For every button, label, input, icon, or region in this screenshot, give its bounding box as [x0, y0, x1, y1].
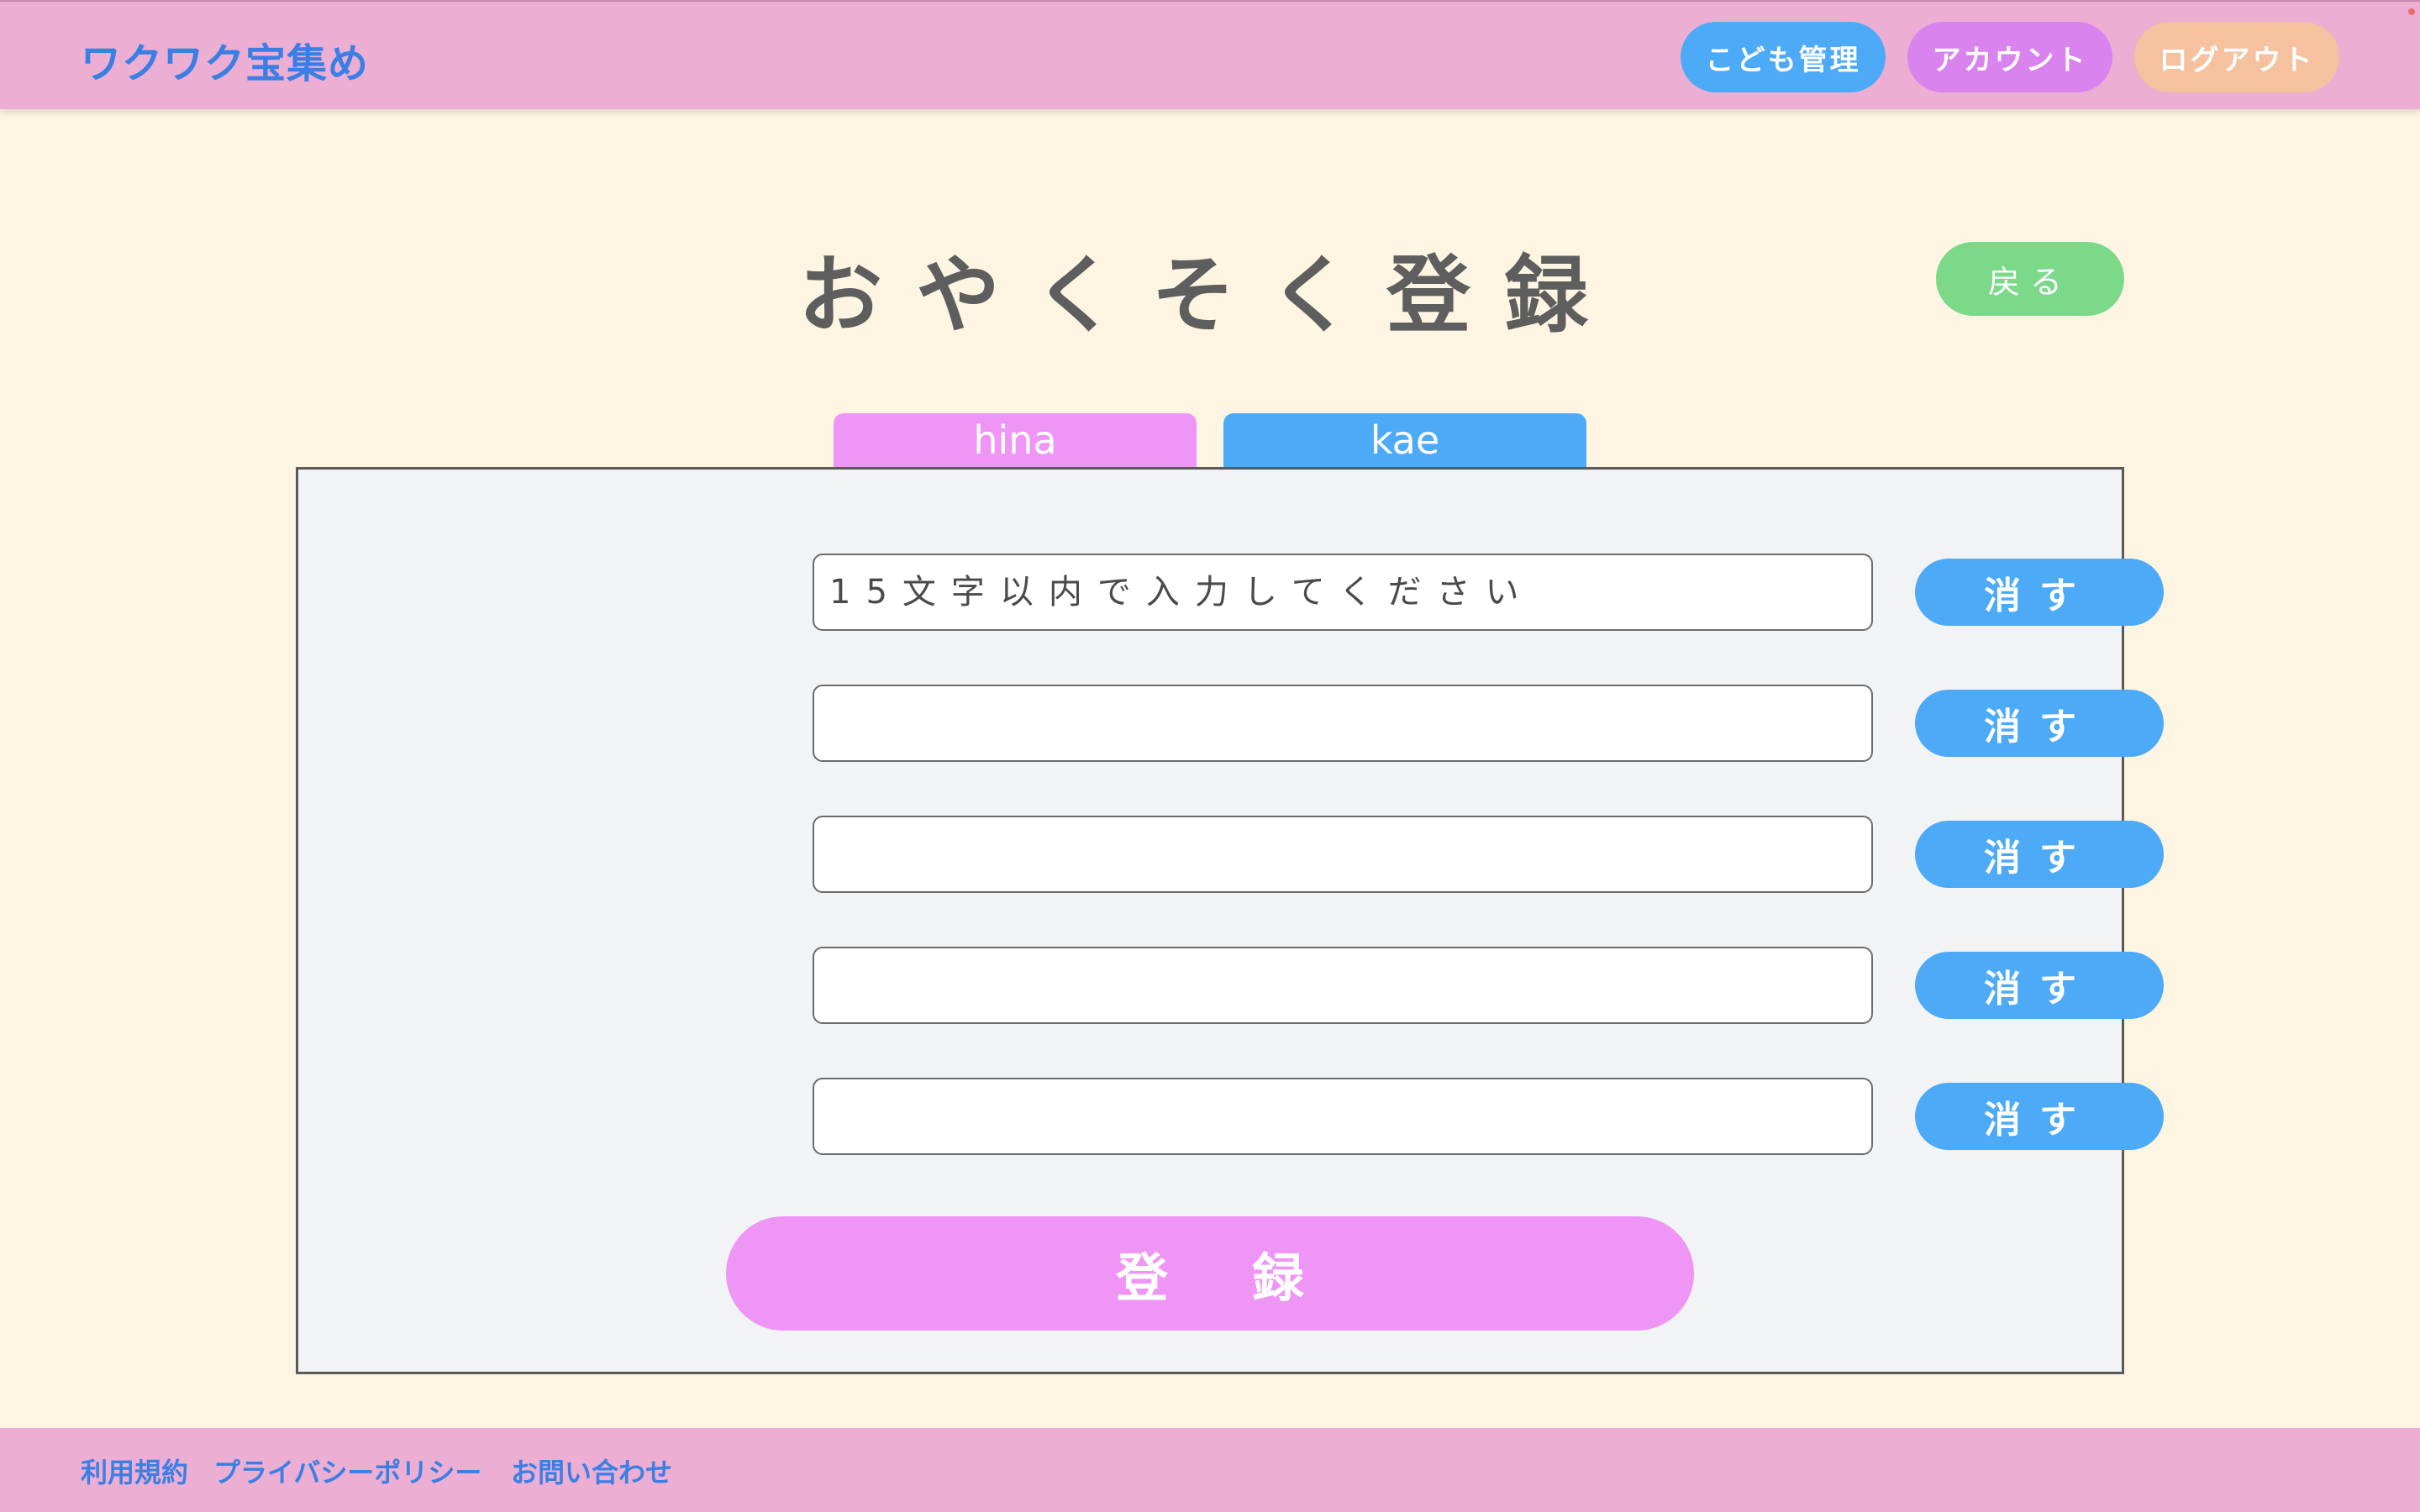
tab-kae[interactable]: kae: [1223, 413, 1586, 467]
logout-button[interactable]: ログアウト: [2134, 22, 2339, 92]
delete-button-1[interactable]: 消す: [1915, 559, 2164, 626]
promise-input-4[interactable]: [813, 947, 1873, 1024]
terms-link[interactable]: 利用規約: [81, 1452, 188, 1490]
app-header: ワクワク宝集め こども管理 アカウント ログアウト: [0, 0, 2420, 109]
delete-button-2[interactable]: 消す: [1915, 690, 2164, 757]
register-button[interactable]: 登録: [726, 1216, 1694, 1331]
delete-button-3[interactable]: 消す: [1915, 821, 2164, 888]
tab-hina[interactable]: hina: [834, 413, 1197, 467]
page-title: おやくそく登録: [798, 246, 1622, 344]
promise-input-1[interactable]: [813, 554, 1873, 631]
delete-button-4[interactable]: 消す: [1915, 952, 2164, 1019]
back-button[interactable]: 戻る: [1936, 242, 2124, 316]
app-logo[interactable]: ワクワク宝集め: [81, 30, 369, 89]
privacy-policy-link[interactable]: プライバシーポリシー: [213, 1452, 481, 1490]
promise-input-3[interactable]: [813, 816, 1873, 893]
contact-link[interactable]: お問い合わせ: [511, 1452, 672, 1490]
kids-management-button[interactable]: こども管理: [1681, 22, 1886, 92]
status-dot: [2408, 8, 2415, 15]
promise-input-2[interactable]: [813, 685, 1873, 762]
promise-input-5[interactable]: [813, 1078, 1873, 1155]
account-button[interactable]: アカウント: [1907, 22, 2112, 92]
app-footer: 利用規約 プライバシーポリシー お問い合わせ: [0, 1428, 2420, 1512]
delete-button-5[interactable]: 消す: [1915, 1083, 2164, 1150]
